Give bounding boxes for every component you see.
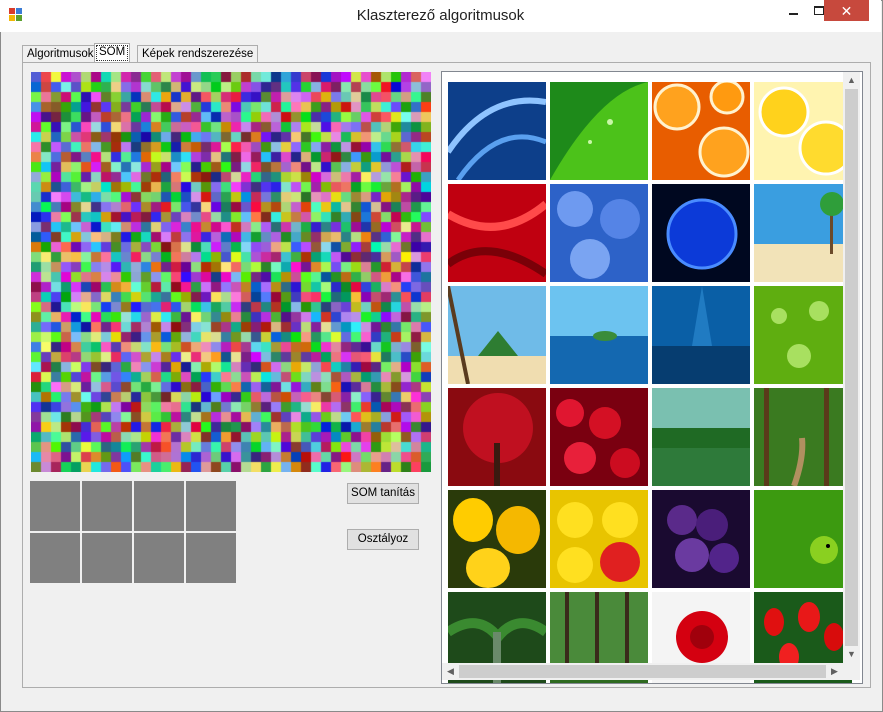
blue-flowers-image[interactable] — [550, 184, 648, 282]
minimize-button[interactable] — [780, 0, 806, 22]
tropical-beach-image[interactable] — [754, 184, 852, 282]
green-parrot-image[interactable] — [754, 490, 852, 588]
scrollbar-corner — [843, 663, 860, 680]
maximize-icon — [814, 6, 824, 15]
red-silk-image[interactable] — [448, 184, 546, 282]
tab-algoritmusok[interactable]: Algoritmusok — [22, 45, 99, 63]
tab-kepek-rendszerezese[interactable]: Képek rendszerezése — [137, 45, 259, 63]
green-leaf-drops-image[interactable] — [550, 82, 648, 180]
cluster-cell — [30, 481, 80, 531]
som-map-canvas — [31, 72, 431, 472]
cluster-cell — [82, 533, 132, 583]
cluster-cell — [186, 533, 236, 583]
horizontal-scrollbar[interactable]: ◀ ▶ — [442, 663, 843, 680]
lemon-slices-image[interactable] — [754, 82, 852, 180]
cluster-cell — [134, 533, 184, 583]
image-gallery[interactable] — [441, 71, 863, 684]
cluster-cell — [186, 481, 236, 531]
cluster-cell — [82, 481, 132, 531]
vertical-scrollbar[interactable]: ▲ ▼ — [843, 72, 860, 663]
minimize-icon — [789, 13, 798, 15]
cluster-cell — [134, 481, 184, 531]
palm-island-image[interactable] — [448, 286, 546, 384]
blue-planet-image[interactable] — [652, 184, 750, 282]
orange-slices-image[interactable] — [652, 82, 750, 180]
horizontal-scroll-thumb[interactable] — [459, 665, 826, 678]
blue-glass-swirl-image[interactable] — [448, 82, 546, 180]
forest-path-image[interactable] — [754, 388, 852, 486]
underwater-blue-image[interactable] — [652, 286, 750, 384]
classify-button[interactable]: Osztályoz — [347, 529, 419, 550]
raspberries-image[interactable] — [550, 388, 648, 486]
window-title: Klaszterező algoritmusok — [356, 7, 525, 24]
scroll-down-icon[interactable]: ▼ — [843, 646, 860, 663]
green-water-drops-image[interactable] — [754, 286, 852, 384]
red-autumn-tree-image[interactable] — [448, 388, 546, 486]
scroll-left-icon[interactable]: ◀ — [442, 663, 459, 680]
ocean-island-image[interactable] — [550, 286, 648, 384]
cluster-cell — [30, 533, 80, 583]
vertical-scroll-thumb[interactable] — [845, 89, 858, 646]
title-bar: Klaszterező algoritmusok ✕ — [0, 0, 881, 32]
yellow-peppers-image[interactable] — [448, 490, 546, 588]
smiley-balls-image[interactable] — [550, 490, 648, 588]
som-train-button[interactable]: SOM tanítás — [347, 483, 419, 504]
scroll-up-icon[interactable]: ▲ — [843, 72, 860, 89]
som-map — [31, 72, 431, 472]
close-button[interactable]: ✕ — [824, 0, 869, 21]
scroll-right-icon[interactable]: ▶ — [826, 663, 843, 680]
grapes-image[interactable] — [652, 490, 750, 588]
tab-som[interactable]: SOM — [94, 43, 131, 63]
green-lake-image[interactable] — [652, 388, 750, 486]
